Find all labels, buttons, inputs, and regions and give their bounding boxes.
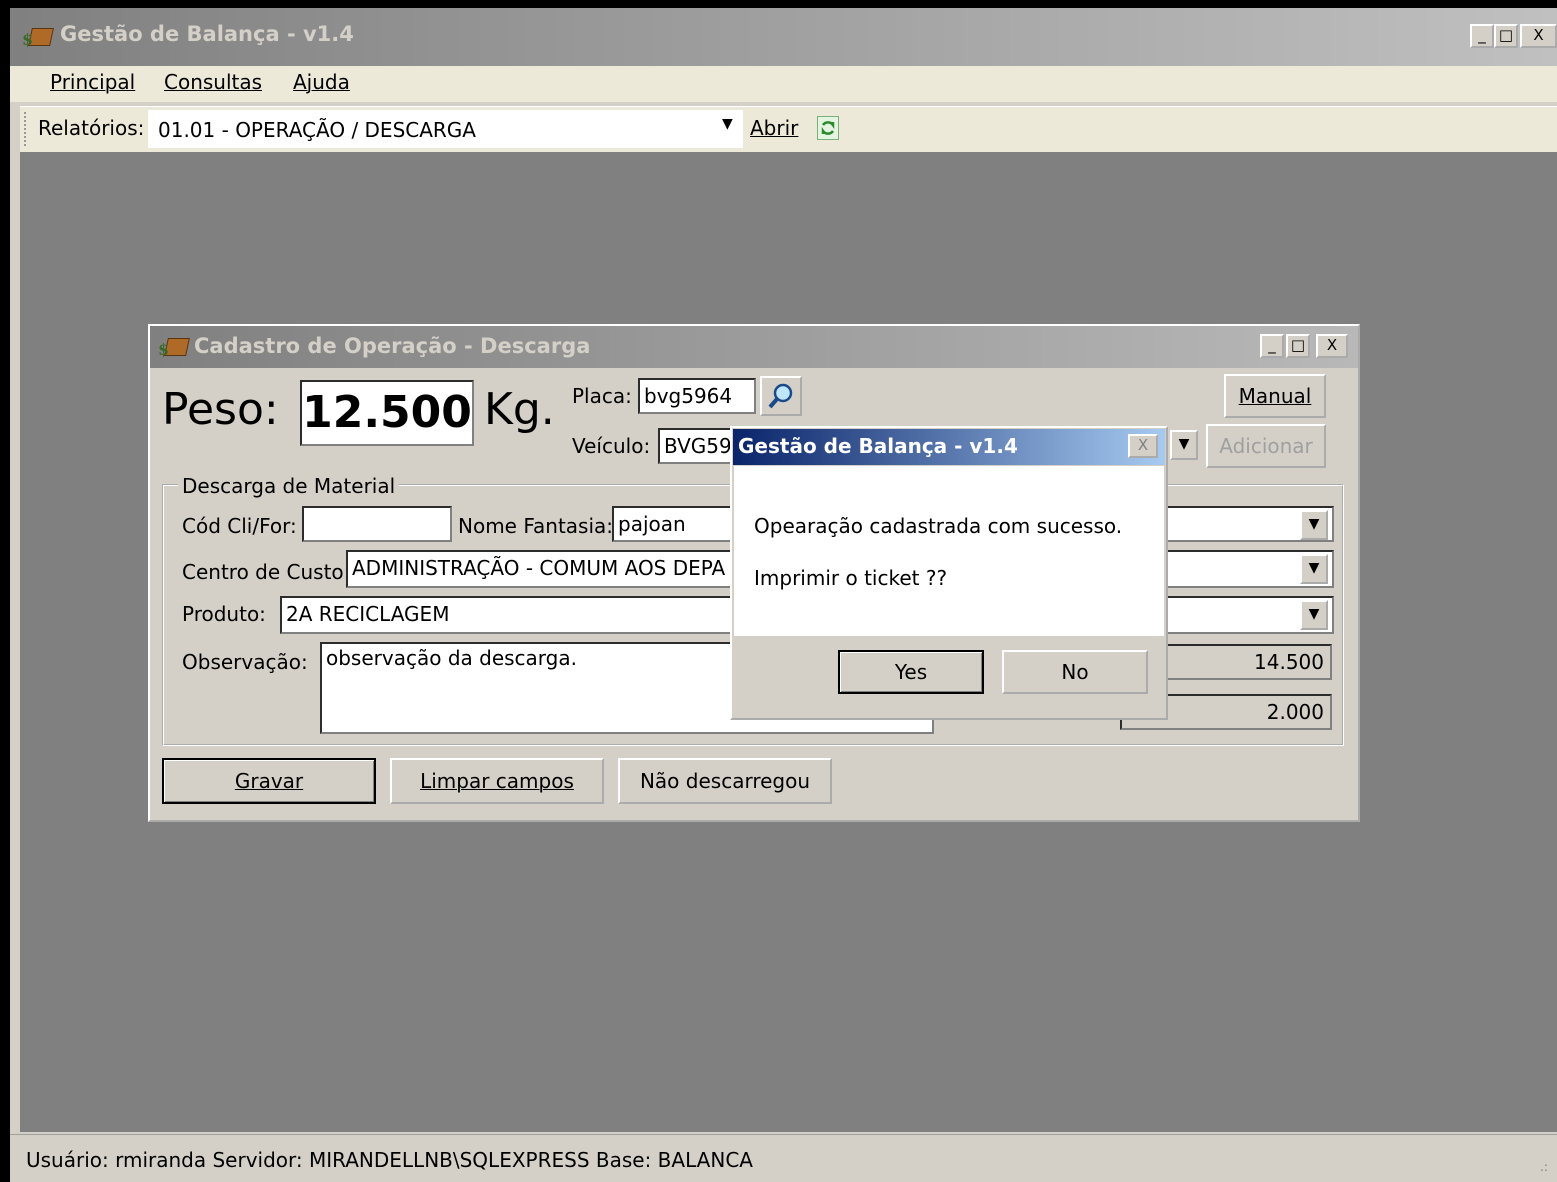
resize-grip-icon[interactable]: .: — [1540, 1160, 1548, 1174]
produto-dropdown-icon[interactable]: ▼ — [1300, 600, 1328, 630]
app-icon: $ — [22, 24, 54, 49]
peso-unit: Kg. — [484, 384, 555, 435]
open-button[interactable]: Abrir — [750, 116, 798, 140]
form-close-icon[interactable]: X — [1316, 334, 1348, 358]
group-label: Descarga de Material — [178, 474, 400, 498]
produto-label: Produto: — [182, 602, 266, 626]
cod-label: Cód Cli/For: — [182, 514, 297, 538]
placa-label: Placa: — [572, 384, 632, 408]
maximize-icon[interactable]: □ — [1494, 24, 1518, 48]
veiculo-label: Veículo: — [572, 434, 651, 458]
status-text: Usuário: rmiranda Servidor: MIRANDELLNB\… — [26, 1148, 753, 1172]
dialog-close-icon[interactable]: X — [1128, 434, 1158, 458]
menu-ajuda[interactable]: Ajuda — [293, 70, 350, 94]
refresh-icon[interactable] — [817, 116, 839, 140]
reports-combo-value: 01.01 - OPERAÇÃO / DESCARGA — [158, 118, 476, 142]
dialog-title: Gestão de Balança - v1.4 — [738, 434, 1018, 458]
observacao-label: Observação: — [182, 650, 308, 674]
yes-button[interactable]: Yes — [838, 650, 984, 694]
nome-fantasia-dropdown-icon[interactable]: ▼ — [1300, 510, 1328, 540]
nao-descarregou-button[interactable]: Não descarregou — [618, 758, 832, 804]
toolbar-grip[interactable] — [24, 112, 28, 146]
reports-label: Relatórios: — [38, 116, 145, 140]
dialog-message-print: Imprimir o ticket ?? — [754, 566, 948, 590]
gravar-button[interactable]: Gravar — [162, 758, 376, 804]
cod-input[interactable] — [302, 506, 452, 542]
form-maximize-icon[interactable]: □ — [1286, 334, 1310, 358]
veiculo-combo[interactable]: BVG59 — [658, 428, 738, 464]
form-minimize-icon[interactable]: _ — [1260, 334, 1284, 358]
manual-button[interactable]: Manual — [1224, 374, 1326, 418]
peso-label: Peso: — [162, 384, 279, 435]
menu-principal[interactable]: Principal — [50, 70, 135, 94]
reports-combo[interactable]: 01.01 - OPERAÇÃO / DESCARGA — [148, 110, 743, 148]
search-icon — [768, 383, 793, 409]
minimize-icon[interactable]: _ — [1470, 24, 1494, 48]
placa-input[interactable]: bvg5964 — [638, 378, 756, 414]
close-icon[interactable]: X — [1520, 24, 1557, 48]
dialog-body — [734, 466, 1164, 636]
adicionar-button[interactable]: Adicionar — [1206, 424, 1326, 468]
search-button[interactable] — [760, 376, 802, 416]
app-title: Gestão de Balança - v1.4 — [60, 22, 354, 46]
cadastro-title: Cadastro de Operação - Descarga — [194, 334, 591, 358]
centro-custo-label: Centro de Custo: — [182, 560, 351, 584]
centro-custo-dropdown-icon[interactable]: ▼ — [1300, 554, 1328, 584]
peso-display: 12.500 — [300, 380, 474, 446]
veiculo-dropdown-icon[interactable]: ▼ — [1170, 430, 1198, 460]
dialog-message-success: Opearação cadastrada com sucesso. — [754, 514, 1123, 538]
chevron-down-icon[interactable]: ▼ — [722, 116, 733, 132]
limpar-campos-button[interactable]: Limpar campos — [390, 758, 604, 804]
form-icon: $ — [158, 334, 190, 359]
nome-fantasia-label: Nome Fantasia: — [458, 514, 614, 538]
menu-consultas[interactable]: Consultas — [164, 70, 262, 94]
no-button[interactable]: No — [1002, 650, 1148, 694]
